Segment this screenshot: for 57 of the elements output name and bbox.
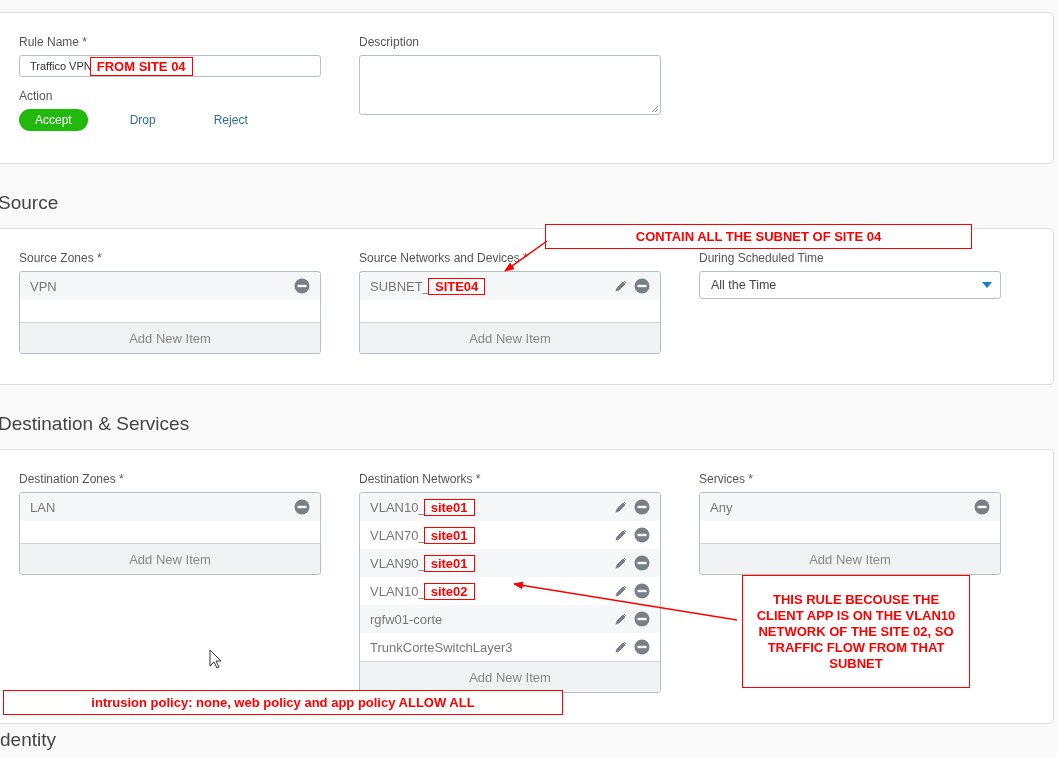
list-item[interactable]: rgfw01-corte xyxy=(360,605,660,633)
annotation-label: site01 xyxy=(423,498,475,516)
pencil-icon[interactable] xyxy=(613,278,629,294)
list-item[interactable]: SUBNET_ SITE04 xyxy=(360,272,660,300)
field-label: Action xyxy=(19,89,54,103)
field-label: Destination Networks * xyxy=(359,472,482,486)
annotation-label: site02 xyxy=(423,582,475,600)
resize-grip-icon[interactable] xyxy=(651,105,659,113)
remove-icon[interactable] xyxy=(294,499,310,515)
annotation-label: SITE04 xyxy=(427,277,486,295)
caret-icon xyxy=(982,282,992,288)
pencil-icon[interactable] xyxy=(613,611,629,627)
add-item-button[interactable]: Add New Item xyxy=(360,661,660,692)
annotation-box: THIS RULE BECOUSE THE CLIENT APP IS ON THE VLAN10 NETWORK OF THE SITE 02, SO TRAFFIC FLOW FROM THAT SUBNET xyxy=(742,575,970,688)
list-item[interactable]: VPN xyxy=(20,272,320,300)
add-item-button[interactable]: Add New Item xyxy=(20,543,320,574)
field-label: Destination Zones * xyxy=(19,472,125,486)
remove-icon[interactable] xyxy=(634,583,650,599)
remove-icon[interactable] xyxy=(294,278,310,294)
remove-icon[interactable] xyxy=(634,499,650,515)
list-item[interactable]: VLAN10_ site01 xyxy=(360,493,660,521)
field-label: Rule Name * xyxy=(19,35,89,49)
action-button[interactable]: Drop xyxy=(113,109,172,131)
annotation-box: CONTAIN ALL THE SUBNET OF SITE 04 xyxy=(545,224,972,249)
pencil-icon[interactable] xyxy=(613,639,629,655)
list-item[interactable]: LAN xyxy=(20,493,320,521)
schedule-dropdown[interactable]: All the Time xyxy=(699,271,1001,299)
field-label: Source Networks and Devices * xyxy=(359,251,529,265)
cursor-icon xyxy=(209,649,222,669)
remove-icon[interactable] xyxy=(634,611,650,627)
list-item[interactable]: VLAN90_ site01 xyxy=(360,549,660,577)
section-heading: dentity xyxy=(0,730,56,750)
description-field[interactable] xyxy=(359,55,661,115)
remove-icon[interactable] xyxy=(634,278,650,294)
remove-icon[interactable] xyxy=(974,499,990,515)
add-item-button[interactable]: Add New Item xyxy=(20,322,320,353)
action-button[interactable]: Accept xyxy=(19,109,88,131)
add-item-button[interactable]: Add New Item xyxy=(700,543,1000,574)
action-button[interactable]: Reject xyxy=(197,109,264,131)
field-label: During Scheduled Time xyxy=(699,251,825,265)
field-label: Services * xyxy=(699,472,755,486)
pencil-icon[interactable] xyxy=(613,583,629,599)
field-label: Description xyxy=(359,35,421,49)
add-item-button[interactable]: Add New Item xyxy=(360,322,660,353)
remove-icon[interactable] xyxy=(634,639,650,655)
annotation-label: site01 xyxy=(423,526,475,544)
pencil-icon[interactable] xyxy=(613,527,629,543)
pencil-icon[interactable] xyxy=(613,499,629,515)
remove-icon[interactable] xyxy=(634,555,650,571)
pencil-icon[interactable] xyxy=(613,555,629,571)
remove-icon[interactable] xyxy=(634,527,650,543)
list-item[interactable]: Any xyxy=(700,493,1000,521)
annotation-box: intrusion policy: none, web policy and app policy ALLOW ALL xyxy=(3,690,563,715)
annotation-label: site01 xyxy=(423,554,475,572)
section-heading: Destination & Services xyxy=(0,413,190,436)
annotation-label: FROM SITE 04 xyxy=(89,56,193,76)
field-label: Source Zones * xyxy=(19,251,103,265)
